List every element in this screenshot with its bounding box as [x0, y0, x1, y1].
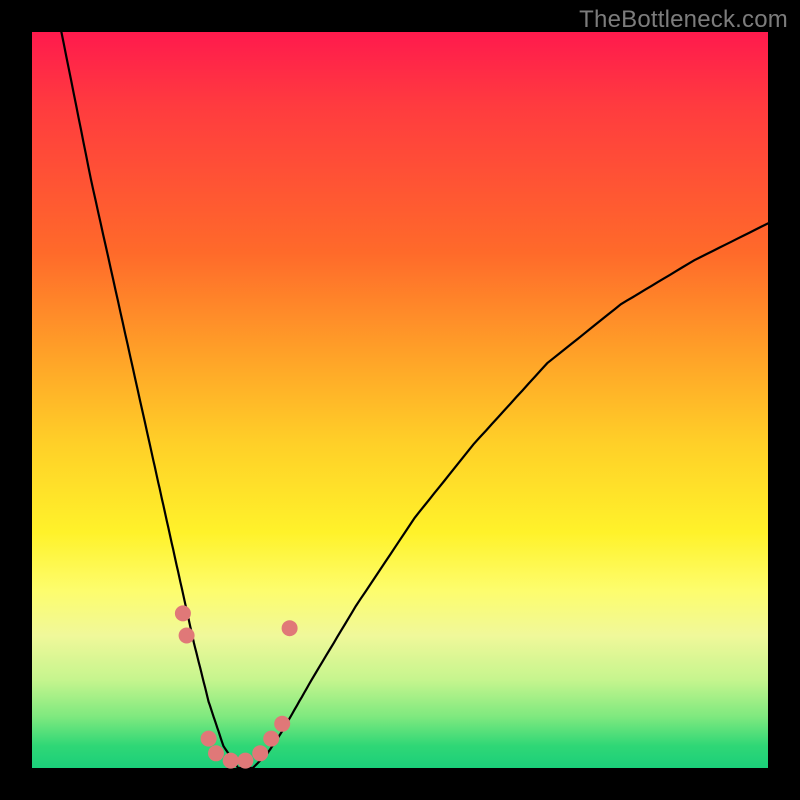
marker-dot [175, 605, 191, 621]
marker-dot [252, 745, 268, 761]
marker-dot [274, 716, 290, 732]
marker-dot [237, 753, 253, 769]
marker-dot [201, 731, 217, 747]
plot-area [32, 32, 768, 768]
marker-dots [175, 605, 298, 768]
marker-dot [208, 745, 224, 761]
marker-dot [223, 753, 239, 769]
watermark-text: TheBottleneck.com [579, 6, 788, 34]
marker-dot [263, 731, 279, 747]
bottleneck-curve [32, 0, 768, 768]
curve-layer [32, 32, 768, 768]
marker-dot [179, 628, 195, 644]
chart-frame: TheBottleneck.com [0, 0, 800, 800]
marker-dot [282, 620, 298, 636]
